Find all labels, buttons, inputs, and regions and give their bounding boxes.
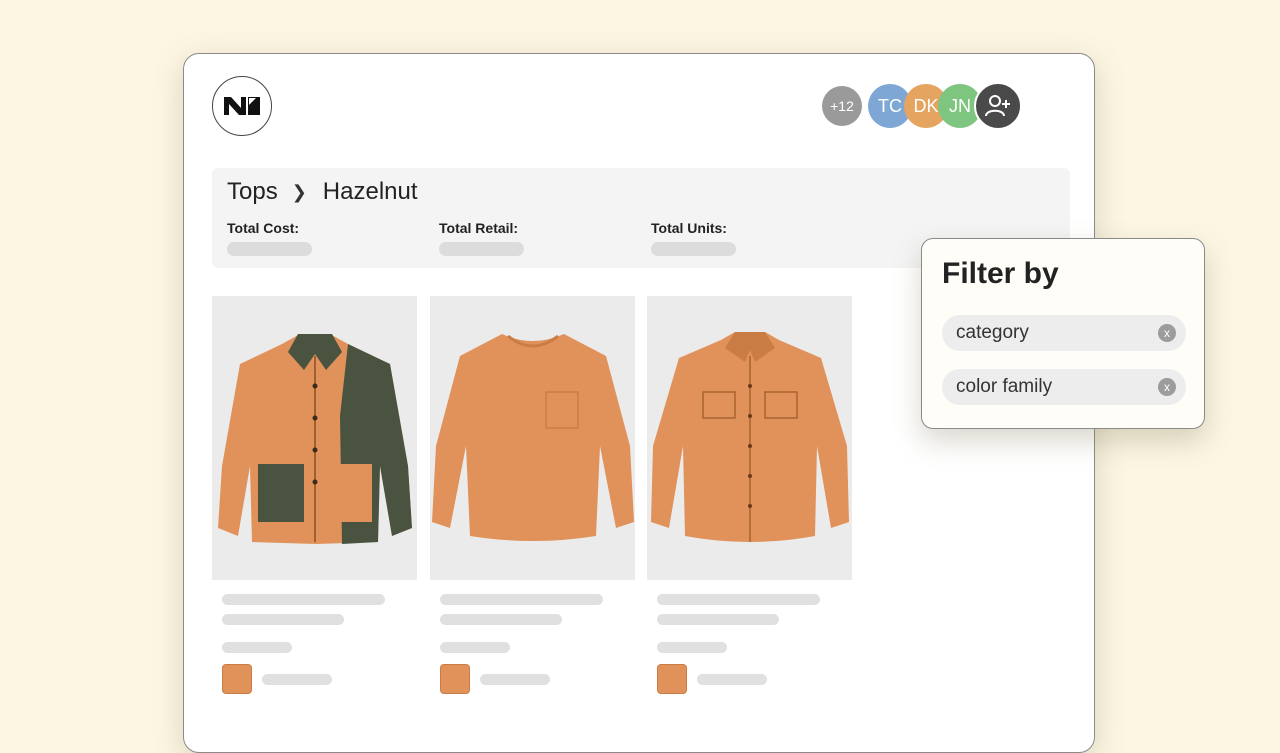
product-image-shirt[interactable]	[647, 296, 852, 580]
add-user-button[interactable]	[974, 82, 1022, 130]
product-image-jacket[interactable]	[212, 296, 417, 580]
total-cost-placeholder	[227, 242, 312, 256]
close-icon[interactable]: x	[1158, 324, 1176, 342]
filter-chip-category[interactable]: category x	[942, 315, 1186, 351]
product-price-placeholder	[440, 642, 510, 653]
total-cost-label: Total Cost:	[227, 220, 300, 236]
product-subtitle-placeholder	[222, 614, 344, 625]
product-title-placeholder	[222, 594, 385, 605]
filter-chip-label: color family	[956, 376, 1053, 397]
total-cost-stat: Total Cost:	[227, 220, 312, 256]
product-card[interactable]	[430, 296, 635, 694]
filter-panel: Filter by category x color family x	[921, 238, 1205, 429]
total-units-placeholder	[651, 242, 736, 256]
total-retail-stat: Total Retail:	[439, 220, 524, 256]
filter-chip-color-family[interactable]: color family x	[942, 369, 1186, 405]
total-retail-label: Total Retail:	[439, 220, 519, 236]
product-title-placeholder	[440, 594, 603, 605]
swatch-label-placeholder	[262, 674, 332, 685]
breadcrumb-parent[interactable]: Tops	[227, 178, 278, 206]
add-user-icon	[985, 95, 1010, 117]
total-retail-placeholder	[439, 242, 524, 256]
product-card[interactable]	[212, 296, 417, 694]
breadcrumb-current: Hazelnut	[322, 178, 418, 205]
filter-chip-label: category	[956, 322, 1029, 343]
more-users-badge[interactable]: +12	[822, 86, 862, 126]
breadcrumb: Tops ❯ Hazelnut	[227, 178, 418, 206]
collaborator-avatars: +12 TC DK JN	[822, 82, 1062, 130]
total-units-label: Total Units:	[651, 220, 727, 236]
close-icon[interactable]: x	[1158, 378, 1176, 396]
swatch-label-placeholder	[480, 674, 550, 685]
color-swatch[interactable]	[440, 664, 470, 694]
product-price-placeholder	[222, 642, 292, 653]
chevron-right-icon: ❯	[291, 181, 307, 202]
product-card[interactable]	[647, 296, 852, 694]
color-swatch[interactable]	[222, 664, 252, 694]
color-swatch[interactable]	[657, 664, 687, 694]
product-subtitle-placeholder	[657, 614, 779, 625]
product-subtitle-placeholder	[440, 614, 562, 625]
product-title-placeholder	[657, 594, 820, 605]
logo-mark-icon	[224, 97, 260, 115]
swatch-label-placeholder	[697, 674, 767, 685]
total-units-stat: Total Units:	[651, 220, 736, 256]
product-image-tee[interactable]	[430, 296, 635, 580]
filter-title: Filter by	[942, 257, 1059, 290]
brand-logo[interactable]	[212, 76, 272, 136]
product-price-placeholder	[657, 642, 727, 653]
